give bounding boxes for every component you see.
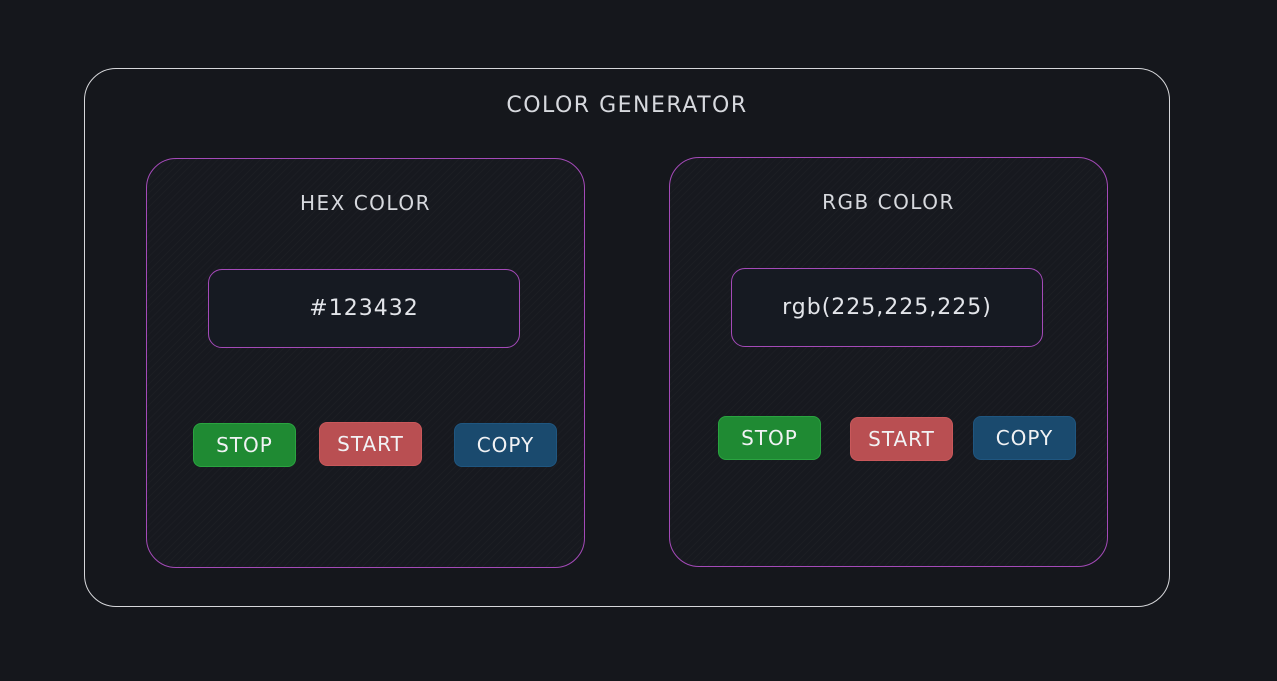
page-title: COLOR GENERATOR <box>506 93 748 118</box>
rgb-value-display: rgb(225,225,225) <box>731 268 1043 347</box>
hex-color-card: HEX COLOR #123432 STOP START COPY <box>146 158 585 568</box>
hex-stop-button[interactable]: STOP <box>193 423 296 467</box>
hex-copy-button[interactable]: COPY <box>454 423 557 467</box>
rgb-start-button[interactable]: START <box>850 417 953 461</box>
hex-start-button[interactable]: START <box>319 422 422 466</box>
hex-value-display: #123432 <box>208 269 520 348</box>
rgb-stop-button[interactable]: STOP <box>718 416 821 460</box>
rgb-copy-button[interactable]: COPY <box>973 416 1076 460</box>
rgb-card-title: RGB COLOR <box>822 190 955 214</box>
color-generator-panel: COLOR GENERATOR HEX COLOR #123432 STOP S… <box>84 68 1170 607</box>
rgb-color-card: RGB COLOR rgb(225,225,225) STOP START CO… <box>669 157 1108 567</box>
hex-card-title: HEX COLOR <box>299 191 431 215</box>
